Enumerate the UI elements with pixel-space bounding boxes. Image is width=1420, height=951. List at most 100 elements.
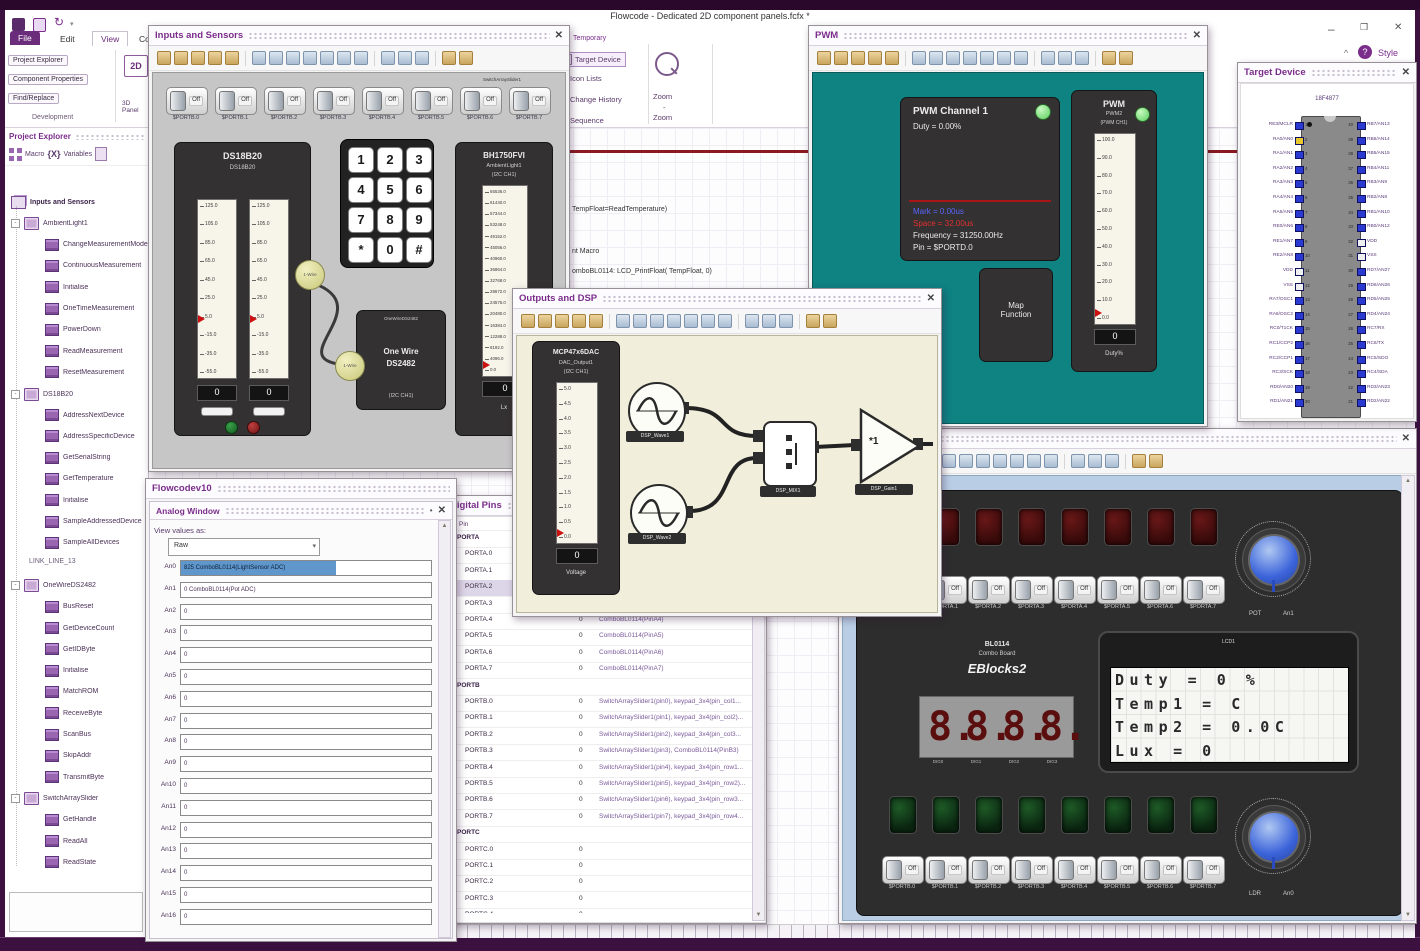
input-switch-6[interactable]: Off [460, 87, 502, 115]
input-switch-5[interactable]: Off [411, 87, 453, 115]
input-switch-7[interactable]: Off [509, 87, 551, 115]
window-titlebar[interactable]: Target Device ✕ [1238, 63, 1416, 83]
ds18b20-block[interactable]: DS18B20 DS18B20 125.0 105.0 85.0 65.0 45.0 25.0… [174, 142, 311, 436]
toolbar-icon[interactable] [946, 51, 960, 65]
toolbar-icon[interactable] [320, 51, 334, 65]
pot-knob[interactable] [1248, 534, 1300, 592]
keypad-key-7[interactable]: 7 [348, 207, 374, 233]
porta-switch-2[interactable]: Off [968, 576, 1010, 604]
digital-pin-row[interactable]: PORTB.2 0 SwitchArraySlider1(pin2), keypad… [447, 728, 753, 745]
analog-value-field[interactable]: 0 [180, 908, 432, 925]
keypad-key-*[interactable]: * [348, 237, 374, 263]
digital-pin-row[interactable]: PORTB.3 0 SwitchArraySlider1(pin3), ComboB… [447, 744, 753, 762]
keypad-key-0[interactable]: 0 [377, 237, 403, 263]
toolbar-icon[interactable] [1058, 51, 1072, 65]
toolbar-icon[interactable] [806, 314, 820, 328]
expander-icon[interactable]: - [11, 794, 20, 804]
tree-macro-item[interactable]: GetDeviceCount [45, 622, 114, 634]
scroll-down-icon[interactable]: ▼ [1402, 912, 1414, 918]
view-values-dropdown[interactable]: Raw ▾ [168, 538, 320, 556]
analog-value-field[interactable]: 0 ComboBL0114(Pot ADC) [180, 581, 432, 598]
tree-macro-item[interactable]: ReceiveByte [45, 707, 102, 720]
toolbar-icon[interactable] [1027, 454, 1041, 468]
analog-value-field[interactable]: 0 [180, 887, 432, 903]
project-tree[interactable]: Inputs and Sensors - AmbientLight1 ChangeMe… [5, 166, 148, 886]
zoom-label-2[interactable]: Zoom [653, 113, 672, 122]
tab-file[interactable]: File [10, 31, 40, 45]
keypad-key-4[interactable]: 4 [348, 177, 374, 203]
expander-icon[interactable]: - [11, 581, 20, 591]
toolbar-icon[interactable] [589, 314, 603, 328]
input-switch-4[interactable]: Off [362, 87, 404, 115]
analog-value-field[interactable]: 0 [180, 625, 432, 642]
digital-pin-row[interactable]: PORTC.3 0 [447, 892, 753, 909]
bus-node-icon[interactable]: 1-Wire [295, 260, 325, 290]
window-toolbar[interactable] [149, 46, 569, 71]
tree-root-item[interactable]: Inputs and Sensors [11, 196, 95, 209]
digital-group-row[interactable]: ▾PORTB [447, 679, 753, 696]
ribbon-button-component-properties[interactable]: Component Properties [8, 74, 89, 85]
toolbar-icon[interactable] [459, 51, 473, 65]
digital-pin-row[interactable]: PORTB.7 0 SwitchArraySlider1(pin7), keypad… [447, 810, 753, 827]
tree-macro-item[interactable]: OneTimeMeasurement [45, 302, 134, 315]
toolbar-icon[interactable] [398, 51, 412, 65]
ds18b20-slider[interactable] [253, 407, 285, 416]
toolbar-icon[interactable] [286, 51, 300, 65]
close-icon[interactable]: ✕ [438, 505, 446, 516]
keypad-key-6[interactable]: 6 [406, 177, 432, 203]
onewire-block[interactable]: OneWireDS2482 One Wire DS2482 (I2C CH1) [356, 310, 446, 410]
toolbar-icon[interactable] [976, 454, 990, 468]
toolbar-icon[interactable] [633, 314, 647, 328]
input-switch-1[interactable]: Off [215, 87, 257, 115]
digital-pin-row[interactable]: PORTB.6 0 SwitchArraySlider1(pin6), keypad… [447, 793, 753, 811]
toolbar-icon[interactable] [1088, 454, 1102, 468]
portb-switch-2[interactable]: Off [968, 856, 1010, 884]
analog-value-field[interactable]: 0 [180, 778, 432, 794]
help-icon[interactable]: ? [1358, 45, 1372, 59]
tree-link-item[interactable]: LINK_LINE_13 [29, 558, 76, 565]
keypad-key-1[interactable]: 1 [348, 147, 374, 173]
tree-macro-item[interactable]: GetSerialString [45, 451, 110, 464]
window-titlebar[interactable]: Flowcodev10 [146, 479, 456, 499]
toolbar-icon[interactable] [252, 51, 266, 65]
tree-macro-item[interactable]: ReadAll [45, 835, 88, 847]
digital-group-row[interactable]: ▾PORTC [447, 826, 753, 844]
input-switch-0[interactable]: Off [166, 87, 208, 115]
tab-view[interactable]: View [92, 31, 129, 46]
analog-value-field[interactable]: 0 [180, 647, 432, 664]
tree-macro-item[interactable]: BusReset [45, 600, 93, 613]
toolbar-icon[interactable] [1071, 454, 1085, 468]
toolbar-icon[interactable] [381, 51, 395, 65]
ribbon-collapse-icon[interactable]: ^ [1344, 48, 1348, 58]
tree-macro-item[interactable]: SampleAddressedDevice [45, 515, 142, 528]
inputs-canvas[interactable]: SwitchArraySlider1 Off $PORTB.0 Off $PORTB.1… [152, 72, 566, 469]
tree-macro-item[interactable]: PowerDown [45, 323, 101, 336]
target-device-panel[interactable]: Target Device ✕ 18F4877 RE3/MCLR 1 RA0/AN0… [1237, 62, 1417, 422]
toolbar-icon[interactable] [538, 314, 552, 328]
toolbar-icon[interactable] [868, 51, 882, 65]
toolbar-icon[interactable] [885, 51, 899, 65]
keypad-key-5[interactable]: 5 [377, 177, 403, 203]
variables-icon[interactable]: {X} [47, 149, 60, 159]
portb-switch-7[interactable]: Off [1183, 856, 1225, 884]
pwm-channel-block[interactable]: PWM Channel 1 Duty = 0.00% Mark = 0.00us… [900, 97, 1060, 261]
toolbar-icon[interactable] [442, 51, 456, 65]
window-titlebar[interactable]: Inputs and Sensors ✕ [149, 26, 569, 46]
tree-macro-item[interactable]: SkipAddr [45, 749, 91, 762]
toolbar-icon[interactable] [963, 51, 977, 65]
toolbar-icon[interactable] [993, 454, 1007, 468]
scroll-up-icon[interactable]: ▲ [439, 523, 450, 529]
digital-pin-row[interactable]: PORTB.5 0 SwitchArraySlider1(pin5), keypad… [447, 777, 753, 794]
toolbar-icon[interactable] [718, 314, 732, 328]
vertical-scrollbar[interactable]: ▲ ▼ [1401, 475, 1415, 921]
expander-icon[interactable]: - [11, 389, 20, 399]
tree-group-ambientlight1[interactable]: - AmbientLight1 [11, 217, 88, 231]
porta-switch-5[interactable]: Off [1097, 576, 1139, 604]
porta-switch-7[interactable]: Off [1183, 576, 1225, 604]
digital-pin-row[interactable]: PORTC.2 0 [447, 875, 753, 893]
portb-switch-3[interactable]: Off [1011, 856, 1053, 884]
analog-value-field[interactable]: 0 [180, 821, 432, 838]
close-icon[interactable]: ✕ [927, 293, 935, 304]
tree-macro-item[interactable]: GetHandle [45, 813, 96, 826]
panel-extra-icon[interactable] [95, 147, 108, 161]
